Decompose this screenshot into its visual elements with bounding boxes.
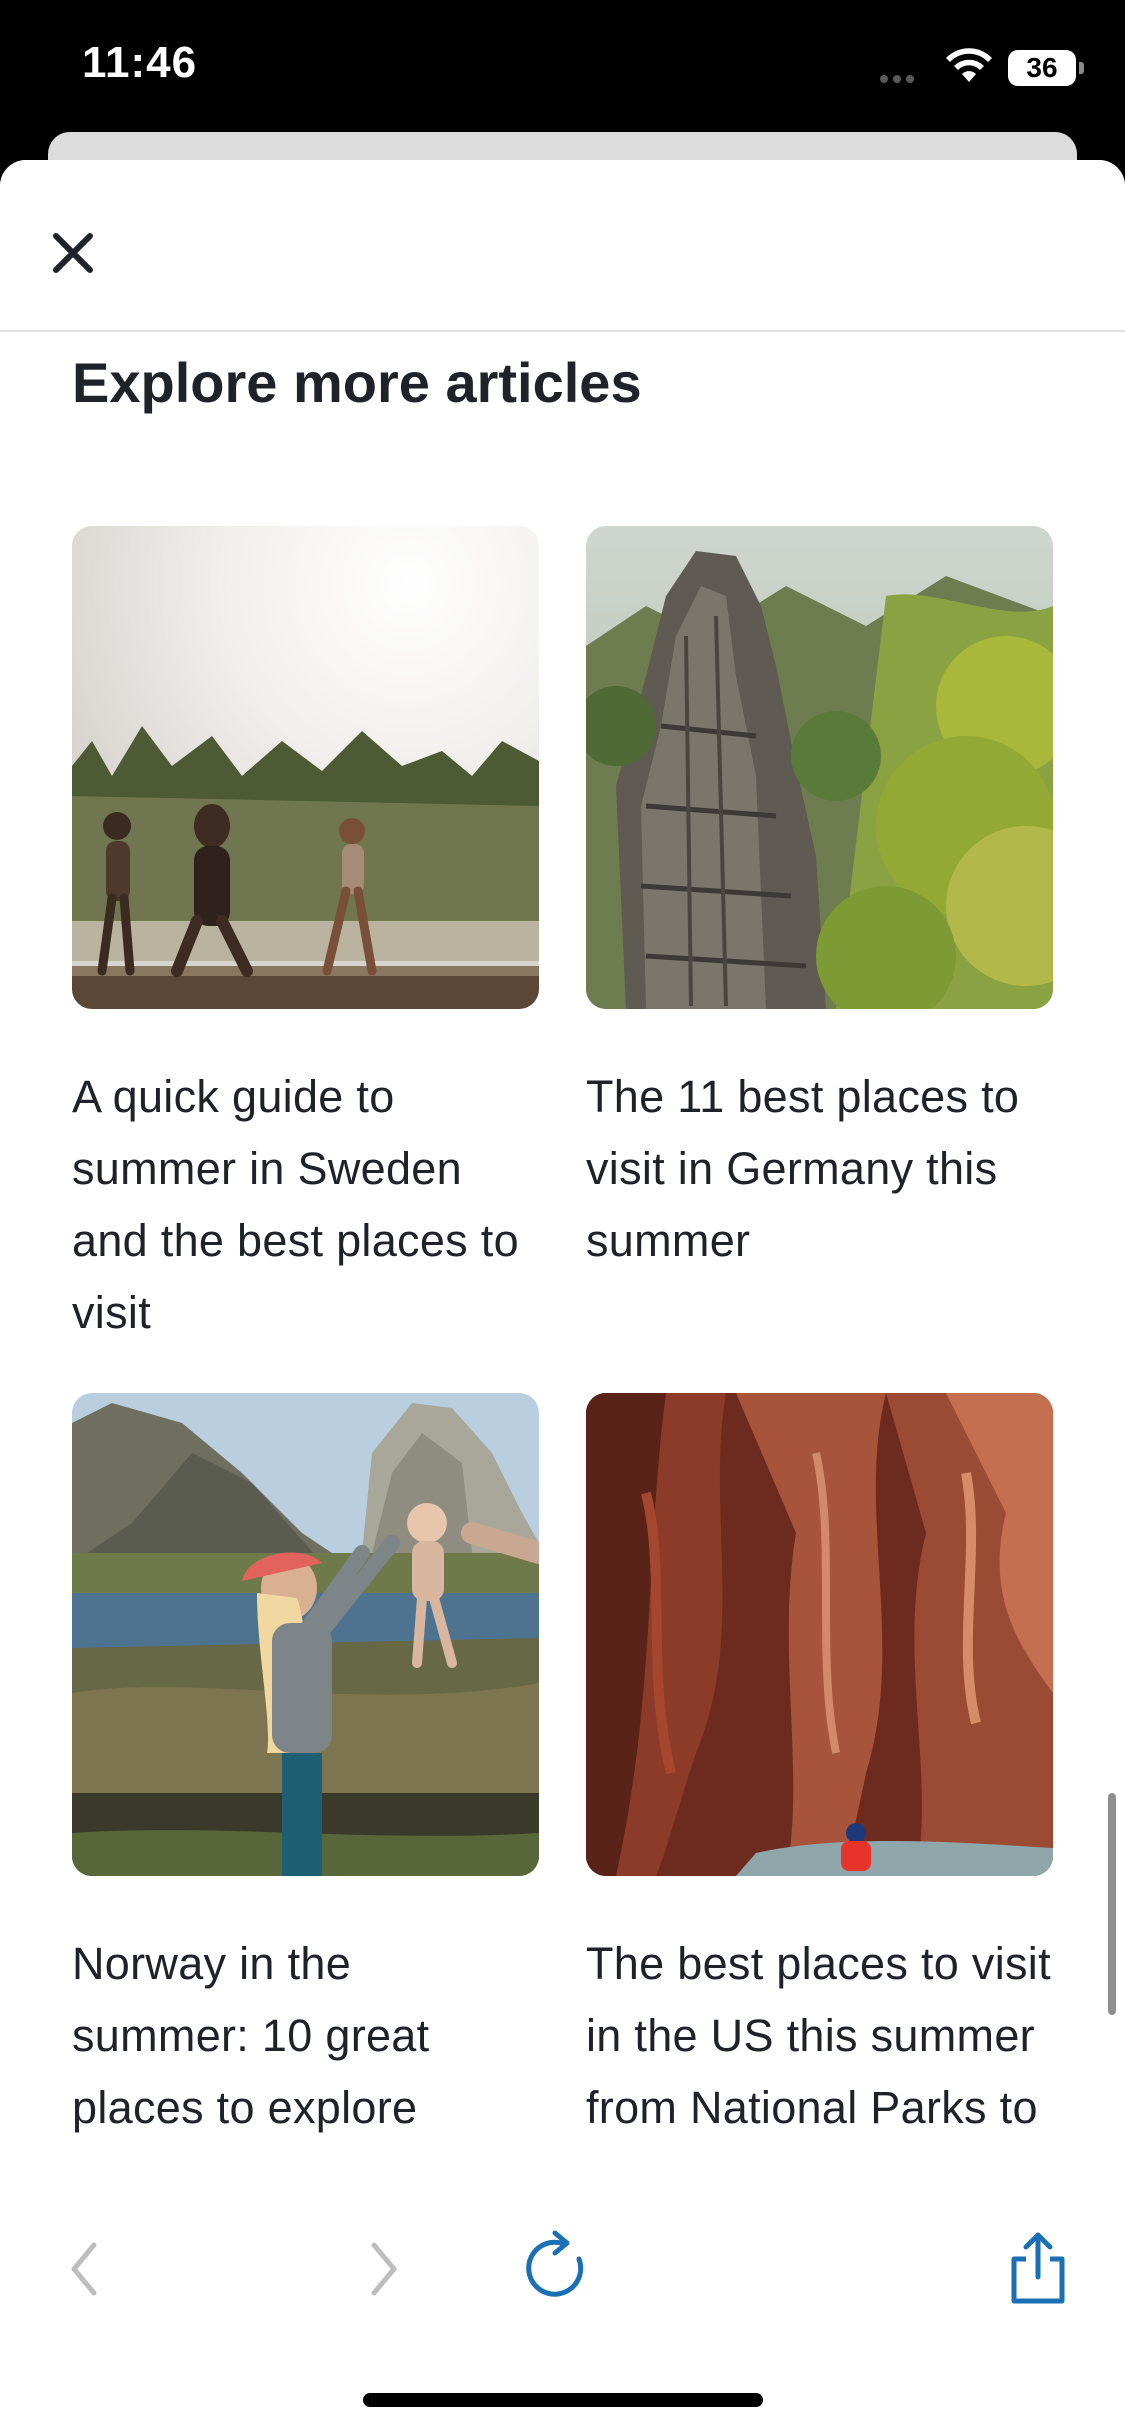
article-title[interactable]: Norway in the summer: 10 great places to… — [72, 1928, 539, 2144]
wifi-icon — [946, 48, 992, 82]
chevron-left-icon[interactable] — [46, 2229, 126, 2309]
article-card-germany[interactable]: The 11 best places to visit in Germany t… — [586, 526, 1053, 1277]
section-title: Explore more articles — [72, 351, 642, 414]
chevron-right-icon[interactable] — [342, 2229, 422, 2309]
article-thumbnail[interactable] — [586, 1393, 1053, 1876]
status-time: 11:46 — [82, 38, 198, 87]
article-card-sweden[interactable]: A quick guide to summer in Sweden and th… — [72, 526, 539, 1349]
scrollbar[interactable] — [1108, 1793, 1116, 2015]
article-title[interactable]: The best places to visit in the US this … — [586, 1928, 1053, 2144]
reload-icon[interactable] — [521, 2229, 601, 2309]
article-card-norway[interactable]: Norway in the summer: 10 great places to… — [72, 1393, 539, 2144]
article-thumbnail[interactable] — [72, 526, 539, 1009]
home-indicator[interactable] — [363, 2393, 763, 2407]
status-bar: 11:46 36 — [0, 0, 1125, 150]
battery-indicator: 36 — [1008, 50, 1084, 86]
article-title[interactable]: A quick guide to summer in Sweden and th… — [72, 1061, 539, 1349]
article-title[interactable]: The 11 best places to visit in Germany t… — [586, 1061, 1053, 1277]
cellular-signal-icon — [880, 70, 920, 83]
article-sheet: Explore more articles A quick guide to s… — [0, 160, 1125, 2436]
article-card-us[interactable]: The best places to visit in the US this … — [586, 1393, 1053, 2144]
close-icon[interactable] — [38, 218, 108, 288]
share-icon[interactable] — [998, 2229, 1078, 2309]
sheet-header — [0, 160, 1125, 332]
article-thumbnail[interactable] — [586, 526, 1053, 1009]
article-thumbnail[interactable] — [72, 1393, 539, 1876]
